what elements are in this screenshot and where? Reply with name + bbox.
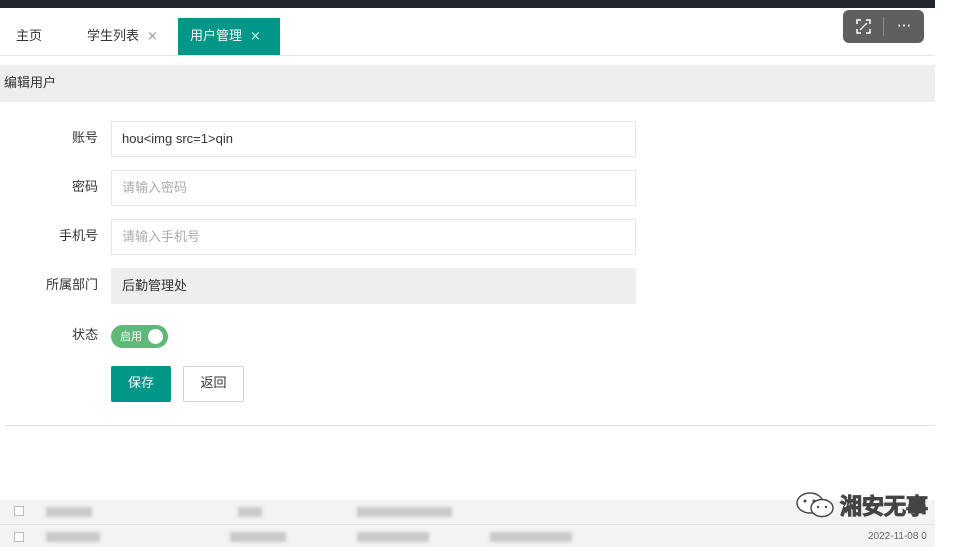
- toggle-knob: [148, 329, 163, 344]
- account-input[interactable]: hou<img src=1>qin: [111, 121, 636, 157]
- wechat-icon: [796, 492, 834, 518]
- blurred-checkbox: [14, 532, 24, 542]
- watermark-text: 湘安无事: [839, 495, 929, 521]
- save-button[interactable]: 保存: [111, 366, 171, 402]
- blurred-cell: [238, 507, 262, 517]
- blurred-cell: [490, 532, 572, 542]
- tab-bar: 主页 学生列表 × 用户管理 ×: [0, 18, 935, 56]
- blurred-cell: [46, 507, 92, 517]
- blurred-cell: [357, 532, 429, 542]
- divider: [4, 425, 935, 426]
- blurred-row-divider: [0, 524, 935, 525]
- account-row: 账号 hou<img src=1>qin: [0, 121, 640, 157]
- department-row: 所属部门 后勤管理处: [0, 268, 640, 304]
- back-button[interactable]: 返回: [183, 366, 244, 402]
- phone-input[interactable]: 请输入手机号: [111, 219, 636, 255]
- blurred-cell: [230, 532, 286, 542]
- tab-student-list[interactable]: 学生列表 ×: [87, 18, 158, 55]
- account-label: 账号: [71, 131, 98, 146]
- blurred-cell: [46, 532, 100, 542]
- close-icon[interactable]: ×: [250, 29, 261, 44]
- blurred-checkbox: [14, 506, 24, 516]
- panel-title: 编辑用户: [0, 65, 935, 102]
- phone-row: 手机号 请输入手机号: [0, 219, 640, 255]
- status-toggle[interactable]: 启用: [111, 325, 168, 348]
- department-label: 所属部门: [45, 278, 98, 293]
- tab-home[interactable]: 主页: [16, 18, 42, 55]
- floating-toolbar: ···: [843, 10, 924, 43]
- top-header-bar: [0, 0, 935, 8]
- status-label: 状态: [71, 328, 98, 343]
- expand-icon[interactable]: [843, 10, 883, 43]
- phone-label: 手机号: [58, 229, 98, 244]
- tab-user-management[interactable]: 用户管理 ×: [178, 18, 280, 55]
- status-row: 状态 启用: [0, 318, 640, 354]
- toggle-text: 启用: [120, 330, 142, 343]
- close-icon[interactable]: ×: [147, 29, 158, 44]
- tab-label: 主页: [16, 29, 43, 44]
- department-field: 后勤管理处: [111, 268, 636, 304]
- footer-date: 2022-11-08 0: [868, 531, 927, 542]
- tab-label: 学生列表: [87, 29, 140, 44]
- tab-label: 用户管理: [190, 29, 243, 44]
- password-input[interactable]: 请输入密码: [111, 170, 636, 206]
- more-icon[interactable]: ···: [884, 10, 924, 43]
- password-row: 密码 请输入密码: [0, 170, 640, 206]
- blurred-cell: [357, 507, 452, 517]
- password-label: 密码: [71, 180, 98, 195]
